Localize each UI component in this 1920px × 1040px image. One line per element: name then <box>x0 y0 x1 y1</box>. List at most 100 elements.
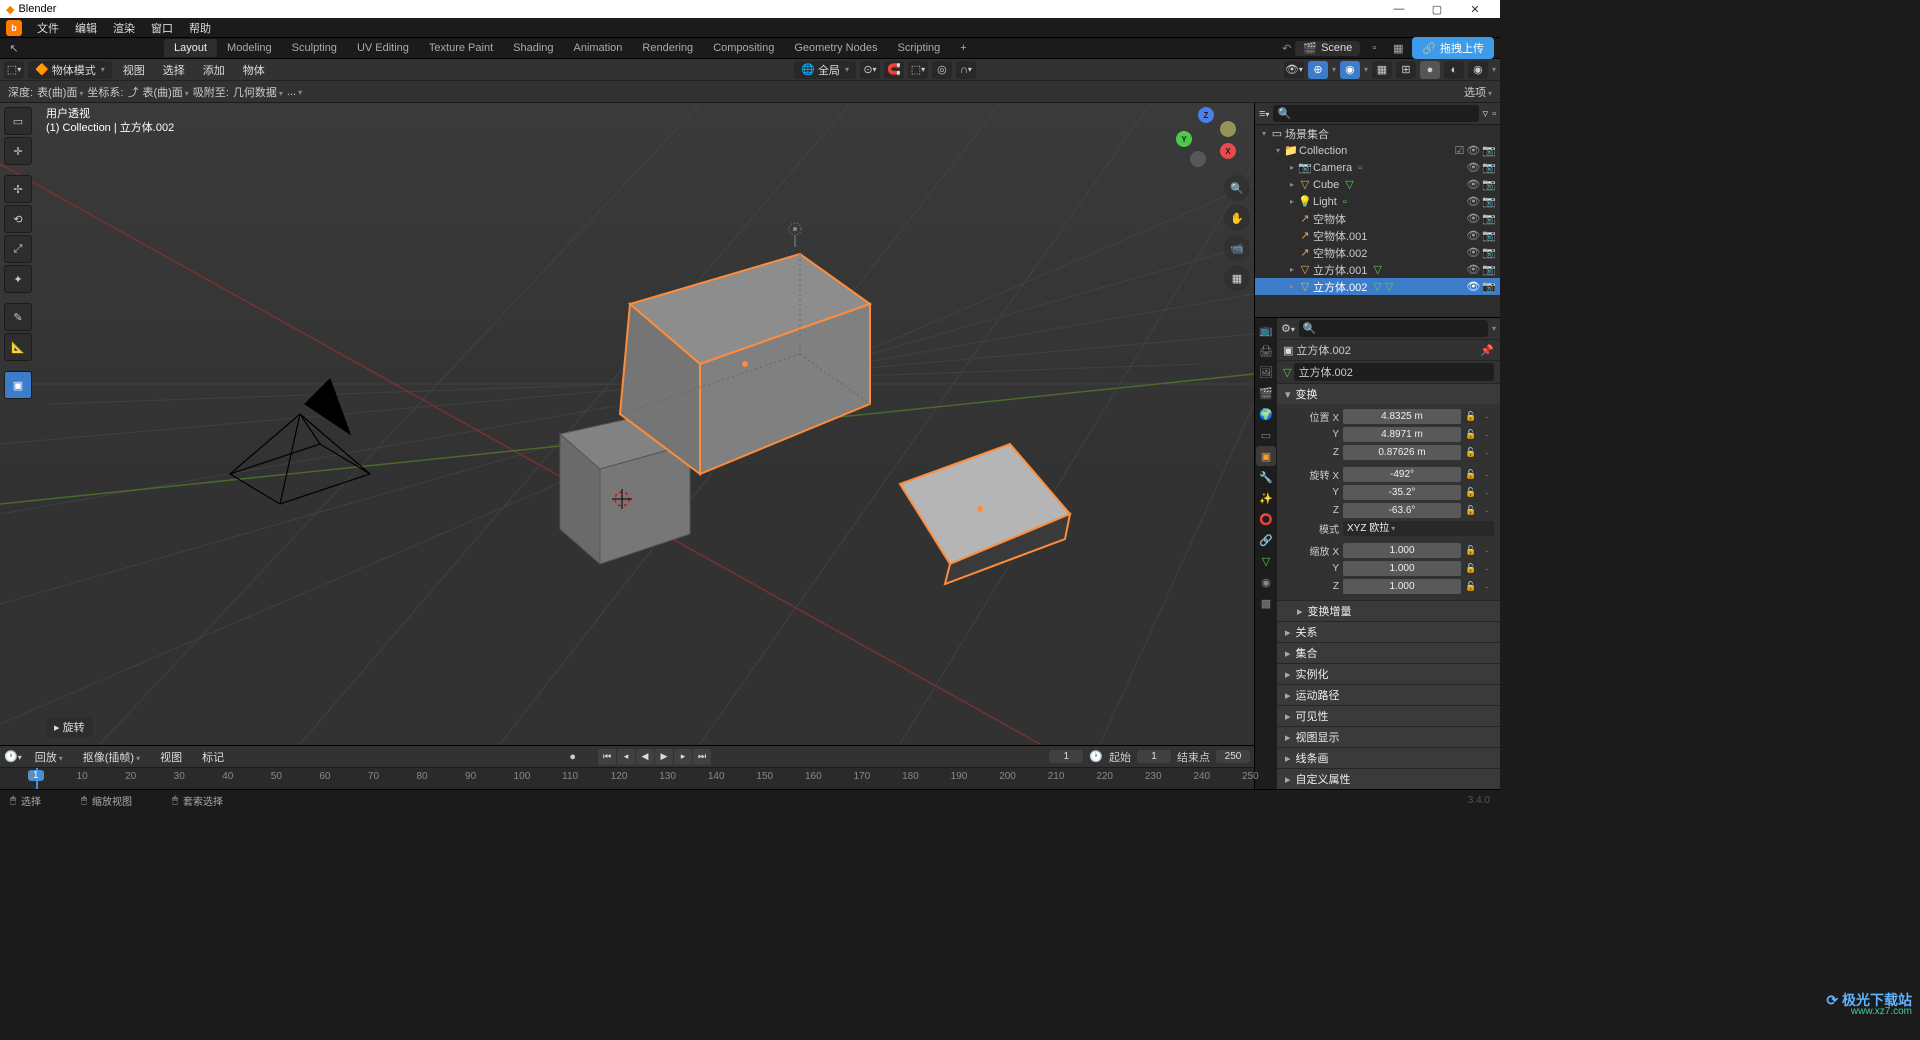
snap-type[interactable]: ⬚▾ <box>908 61 928 79</box>
tab-texture-icon[interactable]: ▩ <box>1256 593 1276 613</box>
tab-object-icon[interactable]: ▣ <box>1256 446 1276 466</box>
tab-output-icon[interactable]: 🖨 <box>1256 341 1276 361</box>
xray-icon[interactable]: ▦ <box>1372 61 1392 79</box>
start-frame[interactable]: 1 <box>1137 750 1171 763</box>
panel-transform[interactable]: ▾变换 <box>1277 383 1500 404</box>
orientation-selector[interactable]: 🌐 全局 <box>794 61 856 79</box>
tl-marker[interactable]: 标记 <box>195 749 231 765</box>
tab-scripting[interactable]: Scripting <box>887 39 950 57</box>
solid-shading-icon[interactable]: ● <box>1420 61 1440 79</box>
timeline-editor-icon[interactable]: 🕐▾ <box>4 750 22 763</box>
play-rev-icon[interactable]: ◀ <box>636 749 654 765</box>
tab-collection-icon[interactable]: ▭ <box>1256 425 1276 445</box>
axis-x-icon[interactable]: X <box>1220 143 1236 159</box>
tab-rendering[interactable]: Rendering <box>632 39 703 57</box>
rot-mode[interactable]: XYZ 欧拉 <box>1343 521 1494 536</box>
props-editor-icon[interactable]: ⚙▾ <box>1281 322 1295 335</box>
select-box-tool[interactable]: ▭ <box>4 107 32 135</box>
menu-render[interactable]: 渲染 <box>106 20 142 36</box>
outliner-editor-icon[interactable]: ≡▾ <box>1259 108 1269 120</box>
rot-z[interactable]: -63.6° <box>1343 503 1461 518</box>
cursor-tool[interactable]: ✛ <box>4 137 32 165</box>
loc-z[interactable]: 0.87626 m <box>1343 445 1461 460</box>
tab-geonodes[interactable]: Geometry Nodes <box>784 39 887 57</box>
tab-shading[interactable]: Shading <box>503 39 563 57</box>
tab-data-icon[interactable]: ▽ <box>1256 551 1276 571</box>
outliner-search[interactable]: 🔍 <box>1273 105 1478 122</box>
hdr-select[interactable]: 选择 <box>156 62 192 78</box>
prop-falloff[interactable]: ∩▾ <box>956 61 976 79</box>
outliner-row[interactable]: ▸▽立方体.001▽👁📷 <box>1255 261 1500 278</box>
close-button[interactable]: ✕ <box>1456 3 1494 16</box>
pin-icon[interactable]: 📌 <box>1480 344 1494 357</box>
perspective-icon[interactable]: ▦ <box>1224 265 1250 291</box>
jump-end-icon[interactable]: ⏭ <box>693 749 711 765</box>
tab-texturepaint[interactable]: Texture Paint <box>419 39 503 57</box>
props-search[interactable]: 🔍 <box>1299 320 1488 337</box>
pivot-icon[interactable]: ⊙▾ <box>860 61 880 79</box>
menu-help[interactable]: 帮助 <box>182 20 218 36</box>
new-coll-icon[interactable]: ▫ <box>1492 108 1496 120</box>
preview-range-icon[interactable]: 🕐 <box>1089 750 1103 763</box>
maximize-button[interactable]: ▢ <box>1418 3 1456 16</box>
coord-value[interactable]: 表(曲)面 <box>142 84 188 100</box>
filter-icon[interactable]: ▿ <box>1483 107 1489 120</box>
extras[interactable]: ... <box>287 86 302 98</box>
tab-viewlayer-icon[interactable]: 🖼 <box>1256 362 1276 382</box>
3d-viewport[interactable]: ▭ ✛ ✢ ⟲ ⤢ ✦ ✎ 📐 ▣ 用户透视 (1) Collection | … <box>0 103 1254 745</box>
wireframe-icon[interactable]: ⊞ <box>1396 61 1416 79</box>
outliner-row[interactable]: ▸▽Cube▽👁📷 <box>1255 176 1500 193</box>
vp-options[interactable]: 选项 <box>1464 84 1492 100</box>
tab-uvediting[interactable]: UV Editing <box>347 39 419 57</box>
hdr-object[interactable]: 物体 <box>236 62 272 78</box>
zoom-icon[interactable]: 🔍 <box>1224 175 1250 201</box>
visibility-icon[interactable]: 👁▾ <box>1284 61 1304 79</box>
prev-key-icon[interactable]: ◂ <box>617 749 635 765</box>
rot-y[interactable]: -35.2° <box>1343 485 1461 500</box>
autokey-icon[interactable]: ● <box>569 751 576 763</box>
menu-window[interactable]: 窗口 <box>144 20 180 36</box>
tab-animation[interactable]: Animation <box>564 39 633 57</box>
panel-delta[interactable]: ▸变换增量 <box>1277 600 1500 621</box>
transform-tool[interactable]: ✦ <box>4 265 32 293</box>
render-shading-icon[interactable]: ◉ <box>1468 61 1488 79</box>
hdr-view[interactable]: 视图 <box>116 62 152 78</box>
tab-world-icon[interactable]: 🌍 <box>1256 404 1276 424</box>
measure-tool[interactable]: 📐 <box>4 333 32 361</box>
timeline-ruler[interactable]: 1 01020304050607080901001101201301401501… <box>0 768 1254 789</box>
viewlayer-icon[interactable]: ▦ <box>1388 39 1408 57</box>
panel-relations[interactable]: ▸关系 <box>1277 621 1500 642</box>
panel-collections[interactable]: ▸集合 <box>1277 642 1500 663</box>
tl-keying[interactable]: 抠像(插帧) <box>76 749 147 765</box>
panel-custom[interactable]: ▸自定义属性 <box>1277 768 1500 789</box>
rot-x[interactable]: -492° <box>1343 467 1461 482</box>
panel-display[interactable]: ▸视图显示 <box>1277 726 1500 747</box>
tab-modifier-icon[interactable]: 🔧 <box>1256 467 1276 487</box>
snap-value[interactable]: 几何数据 <box>233 84 283 100</box>
object-name-field[interactable]: 立方体.002 <box>1294 363 1494 381</box>
nav-gizmo[interactable]: Y X Z <box>1176 107 1236 167</box>
play-icon[interactable]: ▶ <box>655 749 673 765</box>
axis-y-icon[interactable]: Y <box>1176 131 1192 147</box>
tab-scene-icon[interactable]: 🎬 <box>1256 383 1276 403</box>
jump-start-icon[interactable]: ⏮ <box>598 749 616 765</box>
pan-icon[interactable]: ✋ <box>1224 205 1250 231</box>
panel-visibility[interactable]: ▸可见性 <box>1277 705 1500 726</box>
tab-material-icon[interactable]: ◉ <box>1256 572 1276 592</box>
outliner-row[interactable]: ↗空物体👁📷 <box>1255 210 1500 227</box>
scene-selector[interactable]: 🎬Scene <box>1295 41 1360 56</box>
end-frame[interactable]: 250 <box>1216 750 1250 763</box>
camera-view-icon[interactable]: 📹 <box>1224 235 1250 261</box>
next-key-icon[interactable]: ▸ <box>674 749 692 765</box>
tab-sculpting[interactable]: Sculpting <box>282 39 347 57</box>
hdr-add[interactable]: 添加 <box>196 62 232 78</box>
tab-render-icon[interactable]: 📺 <box>1256 320 1276 340</box>
annotate-tool[interactable]: ✎ <box>4 303 32 331</box>
menu-edit[interactable]: 编辑 <box>68 20 104 36</box>
outliner-row[interactable]: ▾📁Collection☑👁📷 <box>1255 142 1500 159</box>
lock-icon[interactable]: 🔓 <box>1464 410 1478 424</box>
panel-lineart[interactable]: ▸线条画 <box>1277 747 1500 768</box>
last-operator[interactable]: ▸ 旋转 <box>46 717 93 737</box>
proportional-icon[interactable]: ◎ <box>932 61 952 79</box>
current-frame[interactable]: 1 <box>1049 750 1083 763</box>
